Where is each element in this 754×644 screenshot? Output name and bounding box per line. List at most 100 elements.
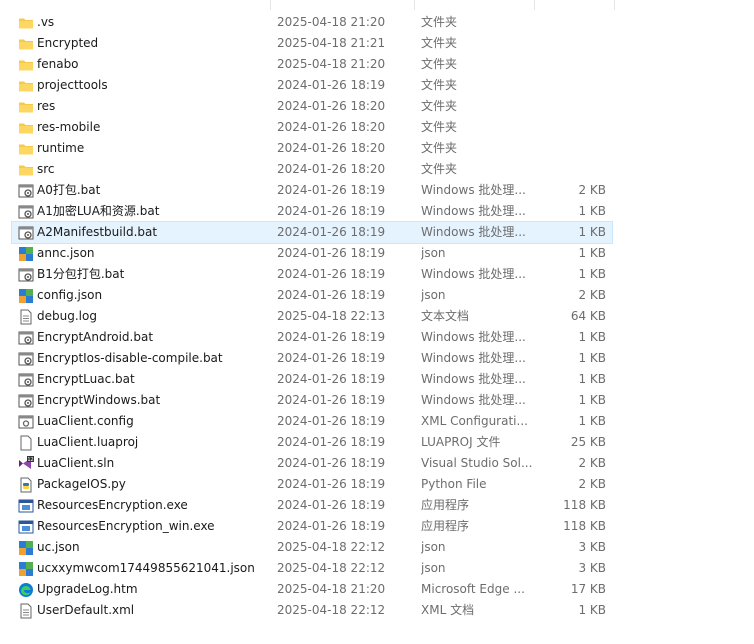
file-date-modified: 2025-04-18 21:20 xyxy=(277,582,386,596)
file-row[interactable]: ResourcesEncryption_win.exe 2024-01-26 18… xyxy=(12,516,612,537)
file-size: 2 KB xyxy=(578,456,606,470)
file-date-modified: 2025-04-18 21:20 xyxy=(277,57,386,71)
file-name: EncryptLuac.bat xyxy=(37,372,135,386)
file-row[interactable]: res-mobile 2024-01-26 18:20 文件夹 xyxy=(12,117,612,138)
file-type: LUAPROJ 文件 xyxy=(421,435,501,449)
file-name: EncryptAndroid.bat xyxy=(37,330,154,344)
file-row[interactable]: EncryptIos-disable-compile.bat 2024-01-26… xyxy=(12,348,612,369)
file-row[interactable]: fenabo 2025-04-18 21:20 文件夹 xyxy=(12,54,612,75)
file-name: A0打包.bat xyxy=(37,183,101,197)
batch-icon xyxy=(18,330,34,346)
file-type: 应用程序 xyxy=(421,498,470,512)
file-row[interactable]: ResourcesEncryption.exe 2024-01-26 18:19 应… xyxy=(12,495,612,516)
file-row[interactable]: PackageIOS.py 2024-01-26 18:19 Python File… xyxy=(12,474,612,495)
file-name: ResourcesEncryption_win.exe xyxy=(37,519,215,533)
file-row[interactable]: res 2024-01-26 18:20 文件夹 xyxy=(12,96,612,117)
file-name: config.json xyxy=(37,288,103,302)
column-divider-date[interactable] xyxy=(270,0,271,10)
file-date-modified: 2024-01-26 18:19 xyxy=(277,435,386,449)
file-date-modified: 2024-01-26 18:19 xyxy=(277,183,386,197)
file-type: Windows 批处理... xyxy=(421,267,526,281)
file-size: 118 KB xyxy=(563,519,606,533)
json-icon xyxy=(18,561,34,577)
file-row[interactable]: EncryptWindows.bat 2024-01-26 18:19 Window… xyxy=(12,390,612,411)
file-size: 2 KB xyxy=(578,288,606,302)
file-row[interactable]: Encrypted 2025-04-18 21:21 文件夹 xyxy=(12,33,612,54)
folder-icon xyxy=(18,36,34,52)
file-row[interactable]: src 2024-01-26 18:20 文件夹 xyxy=(12,159,612,180)
file-date-modified: 2024-01-26 18:19 xyxy=(277,225,386,239)
file-name: UserDefault.xml xyxy=(37,603,135,617)
file-size: 1 KB xyxy=(578,603,606,617)
file-row[interactable]: .vs 2025-04-18 21:20 文件夹 xyxy=(12,12,612,33)
file-name: uc.json xyxy=(37,540,80,554)
exe-icon xyxy=(18,498,34,514)
blank-file-icon xyxy=(18,435,34,451)
file-row[interactable]: A0打包.bat 2024-01-26 18:19 Windows 批处理... 2 … xyxy=(12,180,612,201)
file-type: 文件夹 xyxy=(421,162,458,176)
exe-icon xyxy=(18,519,34,535)
file-type: 文本文档 xyxy=(421,309,470,323)
file-date-modified: 2025-04-18 21:21 xyxy=(277,36,386,50)
file-row[interactable]: LuaClient.luaproj 2024-01-26 18:19 LUAPROJ… xyxy=(12,432,612,453)
file-row[interactable]: uc.json 2025-04-18 22:12 json 3 KB xyxy=(12,537,612,558)
file-date-modified: 2024-01-26 18:19 xyxy=(277,78,386,92)
file-date-modified: 2024-01-26 18:19 xyxy=(277,393,386,407)
file-type: 文件夹 xyxy=(421,36,458,50)
column-divider-end[interactable] xyxy=(614,0,615,10)
file-date-modified: 2024-01-26 18:19 xyxy=(277,519,386,533)
file-type: json xyxy=(421,288,446,302)
file-name: annc.json xyxy=(37,246,95,260)
file-type: Windows 批处理... xyxy=(421,330,526,344)
file-size: 2 KB xyxy=(578,183,606,197)
file-row[interactable]: config.json 2024-01-26 18:19 json 2 KB xyxy=(12,285,612,306)
file-date-modified: 2025-04-18 22:12 xyxy=(277,540,386,554)
folder-icon xyxy=(18,15,34,31)
file-row[interactable]: EncryptLuac.bat 2024-01-26 18:19 Windows 批… xyxy=(12,369,612,390)
file-date-modified: 2024-01-26 18:20 xyxy=(277,141,386,155)
config-file-icon xyxy=(18,414,34,430)
file-row[interactable]: projecttools 2024-01-26 18:19 文件夹 xyxy=(12,75,612,96)
file-name: LuaClient.sln xyxy=(37,456,115,470)
file-row[interactable]: 12 LuaClient.sln 2024-01-26 18:19 Visual St… xyxy=(12,453,612,474)
file-size: 3 KB xyxy=(578,561,606,575)
file-date-modified: 2024-01-26 18:19 xyxy=(277,246,386,260)
file-name: A2Manifestbuild.bat xyxy=(37,225,158,239)
file-row[interactable]: A2Manifestbuild.bat 2024-01-26 18:19 Windo… xyxy=(11,221,613,244)
file-row[interactable]: LuaClient.config 2024-01-26 18:19 XML Conf… xyxy=(12,411,612,432)
file-row[interactable]: B1分包打包.bat 2024-01-26 18:19 Windows 批处理...… xyxy=(12,264,612,285)
file-row[interactable]: EncryptAndroid.bat 2024-01-26 18:19 Window… xyxy=(12,327,612,348)
file-date-modified: 2025-04-18 22:12 xyxy=(277,603,386,617)
folder-icon xyxy=(18,162,34,178)
file-type: 文件夹 xyxy=(421,120,458,134)
file-row[interactable]: annc.json 2024-01-26 18:19 json 1 KB xyxy=(12,243,612,264)
file-type: Visual Studio Sol... xyxy=(421,456,533,470)
file-size: 118 KB xyxy=(563,498,606,512)
file-size: 1 KB xyxy=(578,204,606,218)
file-type: 文件夹 xyxy=(421,78,458,92)
file-row[interactable]: debug.log 2025-04-18 22:13 文本文档 64 KB xyxy=(12,306,612,327)
python-file-icon xyxy=(18,477,34,493)
file-name: UpgradeLog.htm xyxy=(37,582,138,596)
file-name: LuaClient.config xyxy=(37,414,134,428)
file-list: .vs 2025-04-18 21:20 文件夹 Encrypted 2025-04-1… xyxy=(11,12,613,621)
file-row[interactable]: UpgradeLog.htm 2025-04-18 21:20 Microsoft … xyxy=(12,579,612,600)
file-size: 64 KB xyxy=(570,309,606,323)
file-date-modified: 2024-01-26 18:19 xyxy=(277,456,386,470)
file-type: Microsoft Edge ... xyxy=(421,582,525,596)
visual-studio-solution-icon: 12 xyxy=(18,456,34,472)
file-size: 1 KB xyxy=(578,225,606,239)
file-row[interactable]: ucxxymwcom17449855621041.json 2025-04-18 … xyxy=(12,558,612,579)
file-type: Windows 批处理... xyxy=(421,351,526,365)
column-divider-type[interactable] xyxy=(414,0,415,10)
file-name: .vs xyxy=(37,15,55,29)
file-type: 文件夹 xyxy=(421,141,458,155)
file-type: json xyxy=(421,561,446,575)
file-size: 25 KB xyxy=(570,435,606,449)
batch-icon xyxy=(18,183,34,199)
column-divider-size[interactable] xyxy=(534,0,535,10)
file-row[interactable]: A1加密LUA和资源.bat 2024-01-26 18:19 Windows 批处… xyxy=(12,201,612,222)
file-date-modified: 2024-01-26 18:19 xyxy=(277,372,386,386)
file-row[interactable]: runtime 2024-01-26 18:20 文件夹 xyxy=(12,138,612,159)
file-row[interactable]: UserDefault.xml 2025-04-18 22:12 XML 文档 1 K… xyxy=(12,600,612,621)
